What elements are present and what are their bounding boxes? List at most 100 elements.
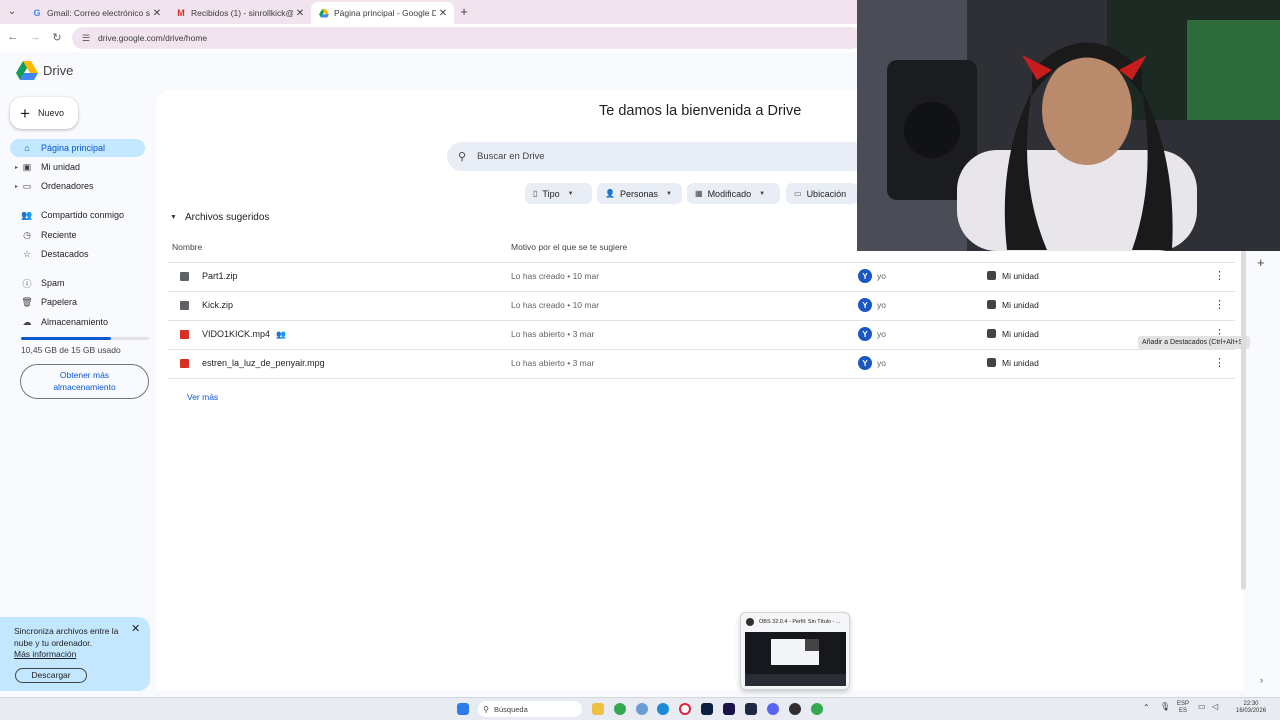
forward-icon[interactable]: →: [28, 31, 42, 43]
download-button[interactable]: Descargar: [15, 668, 87, 683]
close-tab-icon[interactable]: ✕: [293, 8, 307, 19]
my-drive-icon: [987, 271, 996, 280]
spam-icon: ⓘ: [22, 278, 32, 289]
tab-search-chevron-icon[interactable]: ⌄: [4, 5, 20, 19]
see-more-link[interactable]: Ver más: [187, 392, 218, 402]
chrome-icon[interactable]: [811, 703, 823, 715]
calendar-icon: ▦: [695, 189, 703, 198]
premiere-icon[interactable]: [723, 703, 735, 715]
chrome-icon[interactable]: [614, 703, 626, 715]
new-tab-icon[interactable]: +: [457, 4, 471, 20]
lightroom-icon[interactable]: [745, 703, 757, 715]
edge-icon[interactable]: [636, 703, 648, 715]
avatar: Y: [858, 269, 872, 283]
dropdown-arrow-icon: ▼: [759, 190, 766, 197]
chevron-right-icon[interactable]: ›: [1260, 675, 1263, 685]
sidebar-item-trash[interactable]: 🗑 Papelera: [10, 293, 145, 311]
more-info-link[interactable]: Más información: [14, 649, 76, 659]
person-icon: 👤: [605, 189, 615, 198]
language-indicator[interactable]: ESP ES: [1177, 701, 1189, 715]
zip-file-icon: [180, 301, 189, 310]
storage-progress-fill: [21, 337, 111, 340]
file-explorer-icon[interactable]: [592, 703, 604, 715]
new-button[interactable]: + Nuevo: [10, 97, 78, 129]
filter-chip-location[interactable]: ▭ Ubicación: [786, 183, 858, 204]
sidebar-item-home[interactable]: ⌂ Página principal: [10, 139, 145, 157]
reload-icon[interactable]: ↻: [50, 31, 64, 44]
opera-icon[interactable]: [679, 703, 691, 715]
drive-logo-icon: [319, 8, 329, 18]
suggested-files-toggle[interactable]: ▼ Archivos sugeridos: [170, 212, 269, 223]
filter-chip-modified[interactable]: ▦ Modificado ▼: [687, 183, 780, 204]
obs-icon[interactable]: [789, 703, 801, 715]
shared-icon: 👥: [276, 329, 286, 339]
close-icon[interactable]: ✕: [131, 622, 140, 635]
file-row[interactable]: estren_la_luz_de_penyair.mpg Lo has abie…: [168, 349, 1235, 378]
filter-chip-people[interactable]: 👤 Personas ▼: [597, 183, 682, 204]
back-icon[interactable]: ←: [6, 31, 20, 43]
taskbar-search[interactable]: ⚲ Búsqueda: [478, 701, 582, 717]
browser-tab-inbox[interactable]: M Recibidos (1) - sinrollkick@gma ✕: [168, 2, 311, 24]
sidebar-item-shared[interactable]: 👥 Compartido conmigo: [10, 206, 145, 224]
chevron-up-icon[interactable]: ⌃: [1143, 704, 1150, 712]
file-row[interactable]: Part1.zip Lo has creado • 10 mar Y yo Mi…: [168, 262, 1235, 291]
scrollbar[interactable]: [1241, 250, 1246, 590]
trash-icon: 🗑: [21, 296, 33, 307]
discord-icon[interactable]: [767, 703, 779, 715]
video-file-icon: [180, 359, 189, 368]
windows-taskbar: ⚲ Búsqueda ⌃ 🎙 ESP ES ▭ ◁ 22:30 16/03/20…: [0, 697, 1280, 720]
file-row[interactable]: Kick.zip Lo has creado • 10 mar Y yo Mi …: [168, 291, 1235, 320]
filter-chip-type[interactable]: ▯ Tipo ▼: [525, 183, 592, 204]
app-title[interactable]: Drive: [43, 63, 73, 78]
obs-preview-thumbnail: [745, 632, 846, 686]
plus-icon: +: [20, 103, 30, 123]
column-header-name[interactable]: Nombre: [172, 242, 202, 252]
my-drive-icon: [987, 329, 996, 338]
close-tab-icon[interactable]: ✕: [150, 8, 164, 19]
sidebar-item-starred[interactable]: ☆ Destacados: [10, 245, 145, 263]
search-icon[interactable]: ⚲: [447, 150, 477, 163]
avatar: Y: [858, 327, 872, 341]
volume-icon[interactable]: ◁: [1212, 703, 1218, 711]
dropdown-arrow-icon: ▼: [567, 190, 574, 197]
cloud-icon: ☁: [22, 316, 32, 327]
obs-window-preview[interactable]: OBS 32.0.4 - Perfil: Sin Título - ...: [740, 612, 850, 690]
browser-tab-gmail[interactable]: G Gmail: Correo electrónico segu ✕: [24, 2, 168, 24]
sidebar-item-storage[interactable]: ☁ Almacenamiento: [10, 313, 145, 331]
webcam-overlay: [857, 0, 1280, 251]
expand-caret-icon[interactable]: ▸: [15, 183, 18, 190]
zip-file-icon: [180, 272, 189, 281]
sidebar-item-my-drive[interactable]: ▸ ▣ Mi unidad: [10, 158, 145, 176]
more-options-icon[interactable]: ⋮: [1214, 269, 1225, 283]
star-icon: ☆: [22, 248, 32, 259]
sidebar-item-spam[interactable]: ⓘ Spam: [10, 274, 145, 292]
my-drive-icon: [987, 300, 996, 309]
clock[interactable]: 22:30 16/03/2026: [1236, 701, 1266, 715]
get-more-storage-button[interactable]: Obtener más almacenamiento: [20, 364, 149, 399]
site-settings-icon[interactable]: ☰: [76, 33, 96, 44]
file-row[interactable]: VIDO1KICK.mp4 👥 Lo has abierto • 3 mar Y …: [168, 320, 1235, 349]
photoshop-icon[interactable]: [701, 703, 713, 715]
my-drive-icon: [987, 358, 996, 367]
add-icon[interactable]: +: [1257, 255, 1265, 270]
expand-caret-icon[interactable]: ▸: [15, 164, 18, 171]
search-input[interactable]: Buscar en Drive: [477, 151, 545, 162]
drive-logo-icon[interactable]: [16, 61, 38, 81]
network-icon[interactable]: ▭: [1198, 703, 1206, 711]
more-options-icon[interactable]: ⋮: [1214, 298, 1225, 312]
search-bar[interactable]: ⚲ Buscar en Drive: [447, 142, 867, 171]
sync-promo-card: Sincroniza archivos entre la nube y tu o…: [0, 617, 150, 691]
browser-tab-drive[interactable]: Página principal - Google Drive ✕: [311, 2, 454, 24]
windows-start-icon[interactable]: [457, 703, 469, 715]
sidebar-item-recent[interactable]: ◷ Reciente: [10, 226, 145, 244]
video-file-icon: [180, 330, 189, 339]
sidebar-item-computers[interactable]: ▸ ▭ Ordenadores: [10, 177, 145, 195]
close-tab-icon[interactable]: ✕: [436, 8, 450, 19]
more-options-icon[interactable]: ⋮: [1214, 356, 1225, 370]
avatar: Y: [858, 298, 872, 312]
microphone-icon[interactable]: 🎙: [1160, 703, 1170, 711]
omnibox[interactable]: ☰ drive.google.com/drive/home: [72, 27, 862, 49]
my-drive-icon: ▣: [22, 161, 32, 172]
shared-icon: 👥: [21, 209, 33, 220]
browser-icon[interactable]: [657, 703, 669, 715]
